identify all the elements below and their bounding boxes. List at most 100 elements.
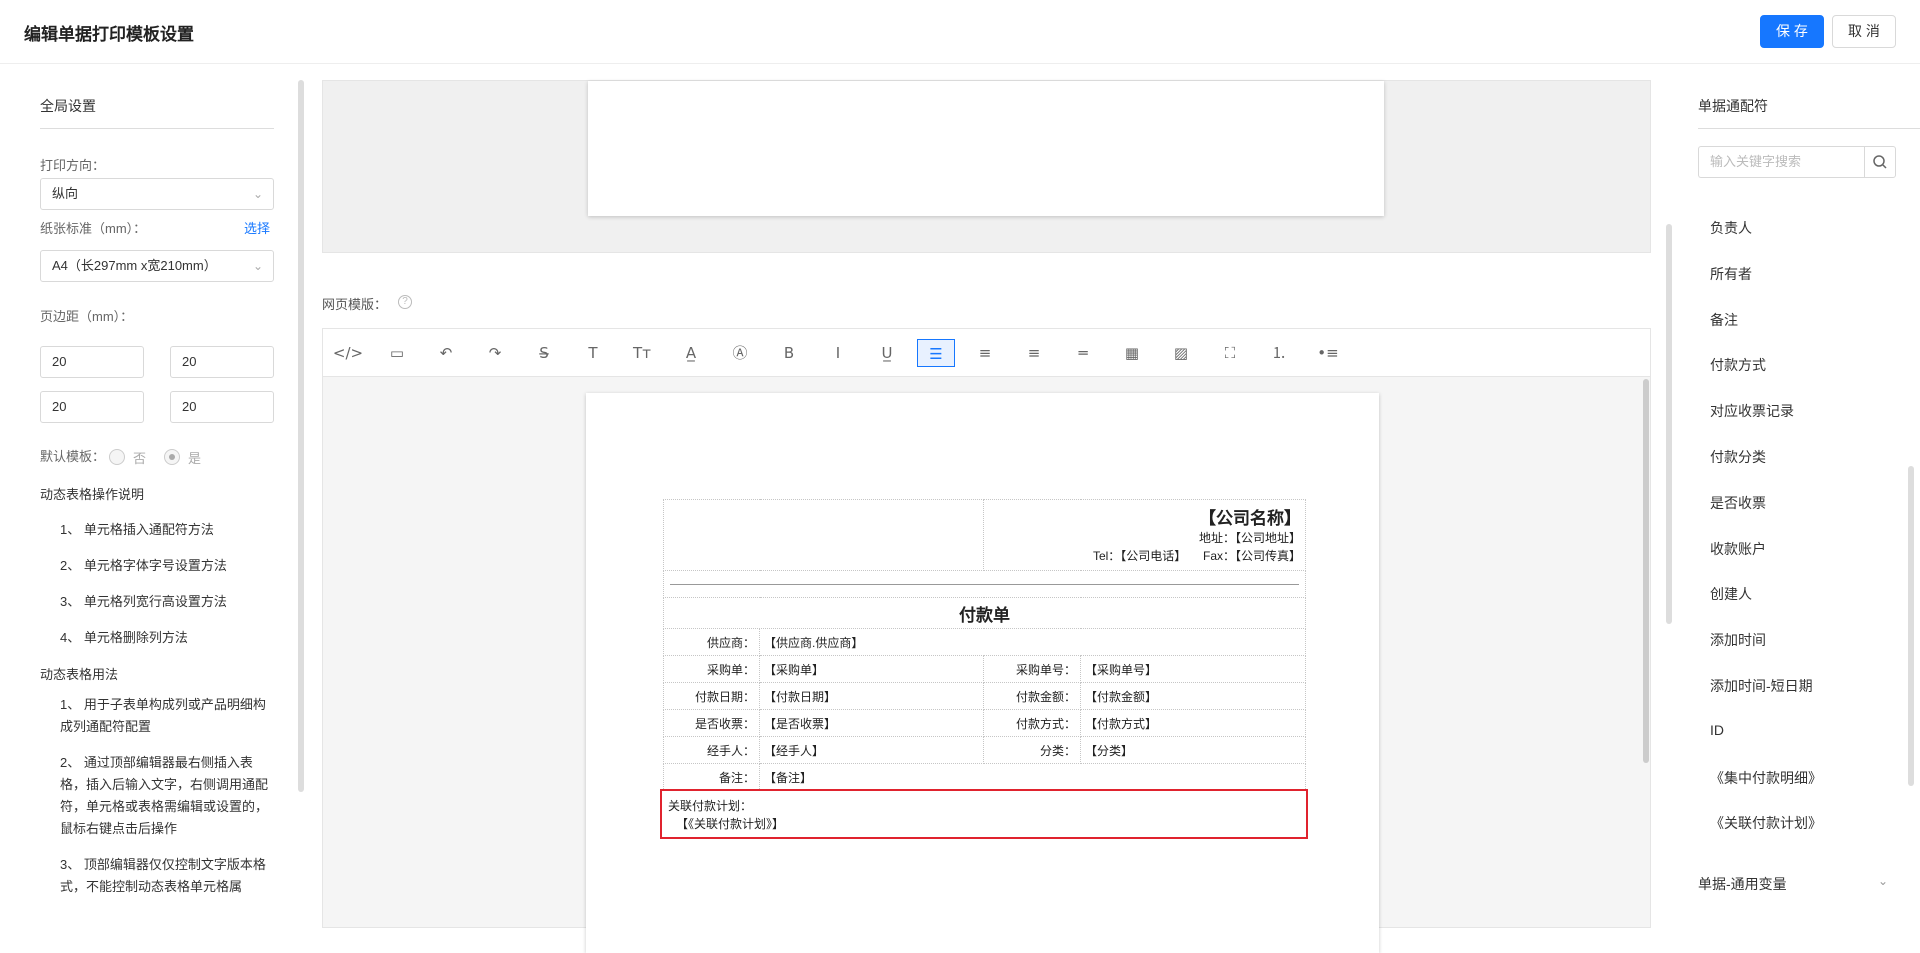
wildcard-item[interactable]: 添加时间 [1710,630,1766,650]
field-value[interactable]: 【备注】 [759,763,1306,791]
default-yes-radio[interactable] [164,449,180,465]
field-label[interactable]: 付款日期： [663,682,760,710]
font-color-button[interactable]: A̲ [672,339,710,367]
margin-right-input[interactable]: 20 [170,391,274,423]
field-value[interactable]: 【分类】 [1080,736,1306,764]
align-center-icon: ≡ [978,344,992,362]
dyn-usage-item: 1、 用于子表单构成列或产品明细构成列通配符配置 [60,697,266,734]
wildcard-item[interactable]: 是否收票 [1710,493,1766,513]
wildcard-item[interactable]: 所有者 [1710,264,1752,284]
align-center-button[interactable]: ≡ [966,339,1004,367]
italic-button[interactable]: I [819,339,857,367]
logo-cell[interactable] [663,499,984,571]
horizontal-rule-button[interactable]: ═ [1064,339,1102,367]
question-icon[interactable]: ? [398,295,412,309]
margin-bottom-input[interactable]: 20 [170,346,274,378]
strikethrough-button[interactable]: S̶ [525,339,563,367]
common-variables-group[interactable]: 单据-通用变量 [1698,874,1787,894]
right-list-scrollbar[interactable] [1666,224,1672,624]
chevron-down-icon[interactable]: ⌄ [1878,874,1888,888]
margin-left-input[interactable]: 20 [40,391,144,423]
field-label[interactable]: 供应商： [663,628,760,656]
dyn-usage-title: 动态表格用法 [40,667,119,682]
field-label[interactable]: 付款金额： [983,682,1081,710]
document-page[interactable]: 【公司名称】 地址：【公司地址】 Tel：【公司电话】 Fax：【公司传真】 付… [586,393,1379,953]
dyn-op-item[interactable]: 2、 单元格字体字号设置方法 [60,555,274,577]
wildcard-item[interactable]: 《关联付款计划》 [1710,813,1822,833]
dyn-op-item[interactable]: 4、 单元格删除列方法 [60,627,274,649]
field-label[interactable]: 是否收票： [663,709,760,737]
default-no-radio[interactable] [109,449,125,465]
field-value[interactable]: 【付款方式】 [1080,709,1306,737]
default-template-label: 默认模板： [40,449,106,464]
search-button[interactable] [1864,146,1896,178]
field-label[interactable]: 采购单号： [983,655,1081,683]
global-settings-title: 全局设置 [40,98,96,114]
wildcard-item[interactable]: ID [1710,722,1724,738]
redo-button[interactable]: ↷ [476,339,514,367]
code-view-button[interactable]: </> [329,339,367,367]
company-tel-fax: Tel：【公司电话】 Fax：【公司传真】 [988,547,1301,565]
search-input[interactable]: 输入关键字搜索 [1698,146,1883,178]
company-cell[interactable]: 【公司名称】 地址：【公司地址】 Tel：【公司电话】 Fax：【公司传真】 [983,499,1306,571]
right-panel-scrollbar[interactable] [1908,466,1914,786]
field-value[interactable]: 【付款金额】 [1080,682,1306,710]
field-label[interactable]: 备注： [663,763,760,791]
ordered-list-button[interactable]: ⒈ [1260,339,1298,367]
payment-plan-value[interactable]: 【《关联付款计划》】 [676,815,784,832]
wildcard-item[interactable]: 付款方式 [1710,355,1766,375]
paper-size-select[interactable]: A4（长297mm x宽210mm） ⌄ [40,250,274,282]
image-button[interactable]: ▨ [1162,339,1200,367]
wildcard-item[interactable]: 收款账户 [1710,539,1766,559]
left-scrollbar[interactable] [298,80,304,792]
wildcard-item[interactable]: 添加时间-短日期 [1710,676,1813,696]
wildcard-item[interactable]: 付款分类 [1710,447,1766,467]
text-transform-button[interactable]: Tт [623,339,661,367]
field-label[interactable]: 分类： [983,736,1081,764]
unordered-list-button[interactable]: •≡ [1309,339,1347,367]
wildcard-item[interactable]: 对应收票记录 [1710,401,1794,421]
dyn-op-item[interactable]: 3、 单元格列宽行高设置方法 [60,591,274,613]
editor-scrollbar[interactable] [1643,379,1649,763]
doc-title[interactable]: 付款单 [663,597,1306,629]
margin-top-input[interactable]: 20 [40,346,144,378]
wildcard-item[interactable]: 备注 [1710,310,1738,330]
font-color-icon: A̲ [685,344,697,362]
italic-icon: I [835,344,841,362]
field-value[interactable]: 【付款日期】 [759,682,984,710]
paper-select-link[interactable]: 选择 [244,218,270,237]
field-value[interactable]: 【是否收票】 [759,709,984,737]
wildcard-item[interactable]: 创建人 [1710,584,1752,604]
highlight-button[interactable]: Ⓐ [721,339,759,367]
template-button[interactable]: ▭ [378,339,416,367]
undo-button[interactable]: ↶ [427,339,465,367]
field-value[interactable]: 【经手人】 [759,736,984,764]
field-value[interactable]: 【采购单】 [759,655,984,683]
field-value[interactable]: 【供应商.供应商】 [759,628,1306,656]
chevron-down-icon: ⌄ [252,187,263,201]
default-yes-label: 是 [188,451,202,466]
field-label[interactable]: 付款方式： [983,709,1081,737]
underline-button[interactable]: U̲ [868,339,906,367]
table-button[interactable]: ▦ [1113,339,1151,367]
payment-plan-label[interactable]: 关联付款计划： [668,797,752,814]
font-size-button[interactable]: T [574,339,612,367]
wildcard-item[interactable]: 《集中付款明细》 [1710,768,1822,788]
field-label[interactable]: 采购单： [663,655,760,683]
paper-label: 纸张标准（mm）： [40,221,147,236]
align-left-button[interactable]: ☰ [917,339,955,367]
separator-cell[interactable] [663,570,1306,598]
company-name: 【公司名称】 [1199,509,1301,528]
field-label[interactable]: 经手人： [663,736,760,764]
underline-icon: U̲ [881,344,893,362]
wildcard-item[interactable]: 负责人 [1710,218,1752,238]
field-value[interactable]: 【采购单号】 [1080,655,1306,683]
dyn-op-item[interactable]: 1、 单元格插入通配符方法 [60,519,274,541]
align-right-button[interactable]: ≡ [1015,339,1053,367]
cancel-button[interactable]: 取 消 [1832,15,1896,48]
orientation-select[interactable]: 纵向 ⌄ [40,178,274,210]
editor-toolbar: </> ▭ ↶ ↷ S̶ T Tт A̲ Ⓐ B I U̲ ☰ ≡ ≡ ═ ▦ ▨ ⛶ ⒈ •≡ [323,329,1650,377]
bold-button[interactable]: B [770,339,808,367]
fullscreen-button[interactable]: ⛶ [1211,339,1249,367]
save-button[interactable]: 保 存 [1760,15,1824,48]
